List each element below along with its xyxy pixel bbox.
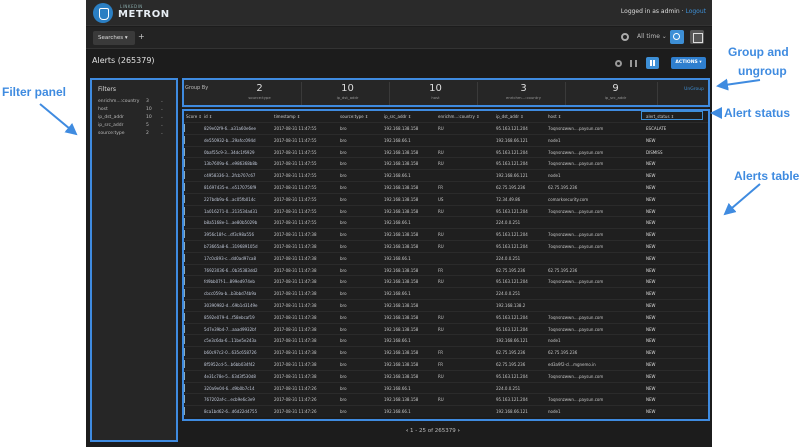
logo-text: METRON [118, 9, 170, 20]
page-title: Alerts (265379) [92, 56, 155, 65]
alerts-table-annotation: Alerts table [734, 169, 800, 183]
add-search-icon[interactable]: + [138, 32, 145, 41]
login-status: Logged in as admin · Logout [621, 8, 706, 15]
search-button[interactable] [670, 30, 684, 44]
table-settings-gear-icon[interactable] [615, 60, 622, 67]
filter-panel-outline [90, 78, 178, 442]
alert-status-annotation: Alert status [724, 106, 791, 120]
pagination: ‹ 1 - 25 of 265379 › [406, 428, 460, 434]
group-annotation-line2: ungroup [738, 64, 787, 78]
settings-gear-icon[interactable] [621, 33, 629, 41]
time-range-select[interactable]: All time ⌄ [637, 33, 667, 40]
next-page-icon[interactable]: › [458, 428, 460, 434]
save-search-button[interactable] [690, 30, 704, 44]
actions-button[interactable]: ACTIONS ▾ [671, 57, 706, 69]
top-bar: LINKEDIN METRON Logged in as admin · Log… [86, 0, 712, 26]
columns-icon[interactable] [630, 60, 637, 67]
prev-page-icon[interactable]: ‹ [406, 428, 408, 434]
alerts-table-outline [182, 109, 710, 421]
filter-panel-annotation: Filter panel [2, 85, 67, 99]
logout-link[interactable]: Logout [685, 8, 706, 15]
search-bar: Searches ▾ + All time ⌄ [86, 27, 712, 49]
page-range: 1 - 25 of 265379 [410, 428, 456, 434]
login-text: Logged in as admin · [620, 8, 686, 15]
metron-logo-icon [93, 3, 113, 23]
group-annotation-line1: Group and [728, 45, 789, 59]
group-by-outline [182, 78, 710, 107]
searches-tab[interactable]: Searches ▾ [93, 31, 135, 45]
pause-button[interactable] [646, 57, 659, 69]
